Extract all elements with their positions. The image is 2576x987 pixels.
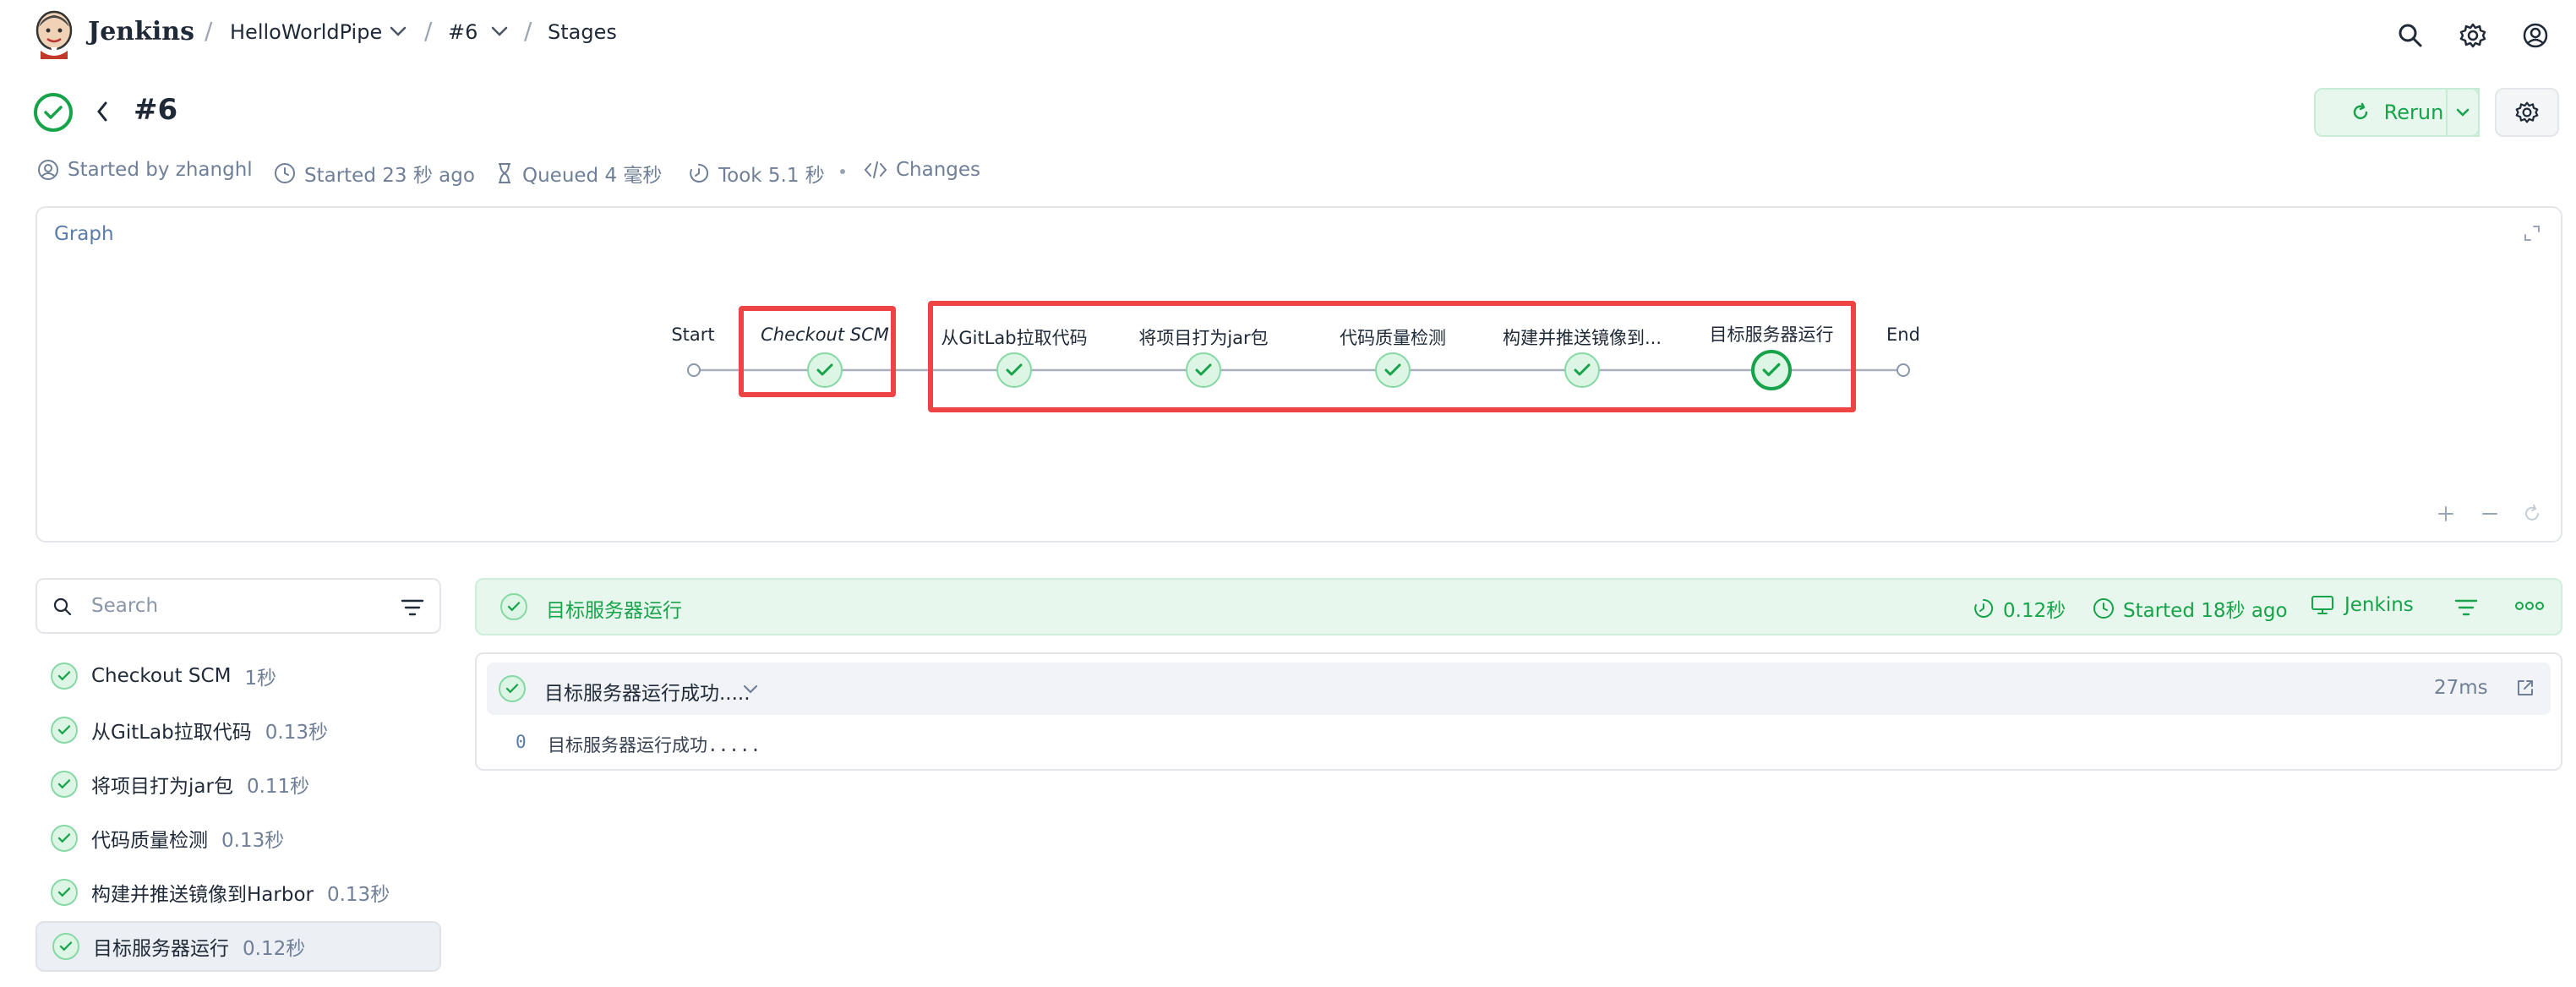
stage-detail-duration: 0.12秒 xyxy=(1973,594,2066,623)
stage-name: 从GitLab拉取代码 xyxy=(91,722,252,744)
stage-detail-started: Started 18秒 ago xyxy=(2093,594,2288,623)
open-external-icon[interactable] xyxy=(2515,678,2535,698)
stage-list-item[interactable]: Checkout SCM 1秒 xyxy=(35,651,441,701)
highlight-box xyxy=(928,301,1856,412)
graph-end-node xyxy=(1897,363,1910,377)
stage-name: 目标服务器运行 xyxy=(93,938,229,960)
stage-duration: 1秒 xyxy=(244,668,277,690)
success-check-icon xyxy=(500,593,527,620)
log-line-text: 目标服务器运行成功..... xyxy=(548,735,761,755)
stage-list-item[interactable]: 从GitLab拉取代码 0.13秒 xyxy=(35,705,441,755)
stage-duration: 0.12秒 xyxy=(243,938,306,960)
search-input[interactable]: Search xyxy=(91,595,158,617)
computer-icon xyxy=(2311,594,2334,616)
stage-list-item[interactable]: 构建并推送镜像到Harbor 0.13秒 xyxy=(35,867,441,918)
success-check-icon xyxy=(51,825,78,852)
graph-start-label: Start xyxy=(671,324,715,345)
stage-name: 代码质量检测 xyxy=(91,830,208,852)
stage-detail-agent[interactable]: Jenkins xyxy=(2311,594,2414,616)
chevron-down-icon[interactable] xyxy=(742,684,759,695)
stage-duration: 0.11秒 xyxy=(246,776,310,798)
stage-name: Checkout SCM xyxy=(91,665,232,687)
stage-name: 构建并推送镜像到Harbor xyxy=(91,884,314,906)
stage-list-item[interactable]: 将项目打为jar包 0.11秒 xyxy=(35,759,441,810)
step-duration: 27ms xyxy=(2434,677,2488,699)
graph-start-node xyxy=(687,363,701,377)
stage-name: 将项目打为jar包 xyxy=(91,776,233,798)
agent-name: Jenkins xyxy=(2344,594,2414,616)
started-text: Started 18秒 ago xyxy=(2123,600,2288,622)
timer-icon xyxy=(1973,597,1995,619)
stage-duration: 0.13秒 xyxy=(221,830,285,852)
stage-list-item[interactable]: 代码质量检测 0.13秒 xyxy=(35,813,441,864)
reset-zoom-icon[interactable] xyxy=(2522,504,2542,524)
graph-end-label: End xyxy=(1886,324,1920,345)
search-icon xyxy=(52,597,73,617)
stage-duration: 0.13秒 xyxy=(265,722,328,744)
stage-duration: 0.13秒 xyxy=(326,884,390,906)
step-header[interactable]: 目标服务器运行成功..... 27ms xyxy=(487,663,2551,715)
log-line-number: 0 xyxy=(516,732,527,752)
success-check-icon xyxy=(51,771,78,798)
success-check-icon xyxy=(51,663,78,690)
stage-list-item-active[interactable]: 目标服务器运行 0.12秒 xyxy=(35,921,441,972)
more-options-icon[interactable] xyxy=(2515,600,2544,612)
success-check-icon xyxy=(499,675,526,702)
filter-icon[interactable] xyxy=(401,598,424,617)
success-check-icon xyxy=(52,933,79,960)
success-check-icon xyxy=(51,717,78,744)
highlight-box xyxy=(739,306,896,397)
stage-detail-title: 目标服务器运行 xyxy=(546,600,682,622)
clock-icon xyxy=(2093,597,2115,619)
success-check-icon xyxy=(51,879,78,906)
filter-icon[interactable] xyxy=(2454,598,2478,617)
stage-search-box[interactable]: Search xyxy=(35,578,441,634)
step-title: 目标服务器运行成功..... xyxy=(544,683,750,705)
zoom-in-icon[interactable] xyxy=(2436,504,2456,524)
stage-detail-header: 目标服务器运行 0.12秒 Started 18秒 ago Jenkins xyxy=(475,578,2562,635)
zoom-out-icon[interactable] xyxy=(2480,504,2500,524)
duration-text: 0.12秒 xyxy=(2003,600,2066,622)
